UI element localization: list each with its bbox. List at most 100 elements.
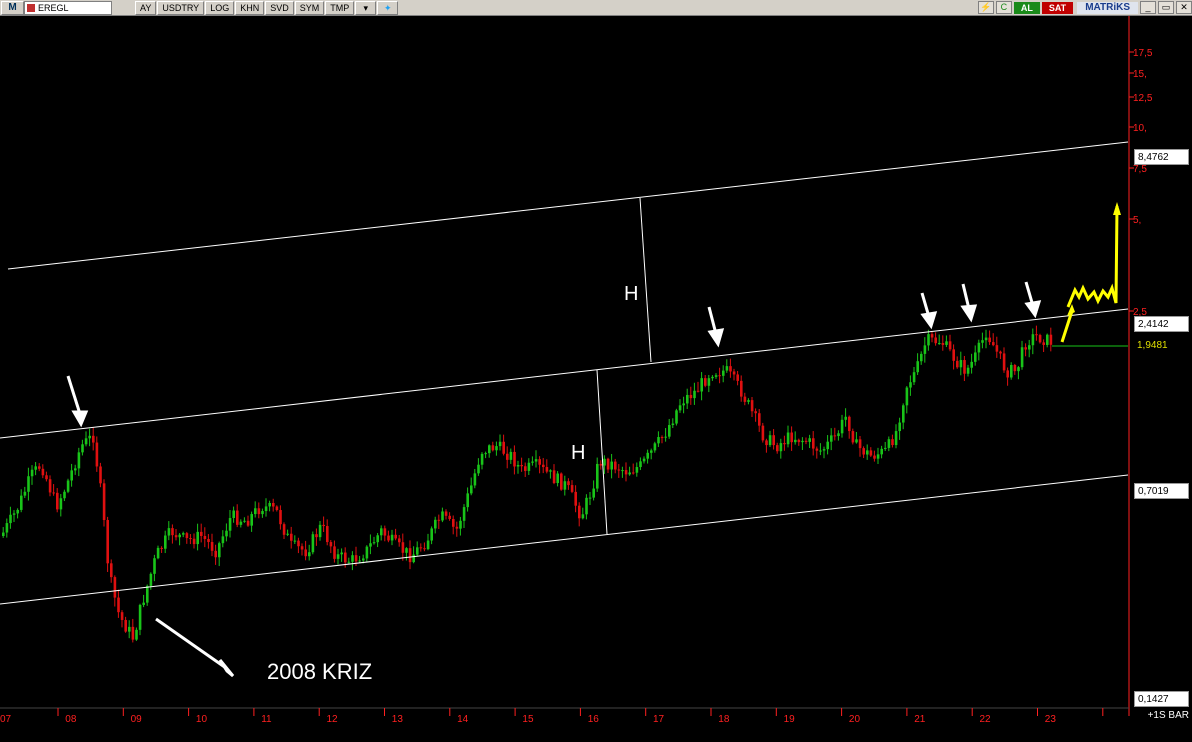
candle-body [156,547,160,559]
candle-body [92,435,95,443]
candle-body [279,510,282,525]
symbol-input[interactable]: EREGL [24,0,112,15]
candle-body [376,535,379,543]
candle-body [711,376,714,379]
candle-body [459,520,462,529]
candle-body [560,473,563,490]
projection-path [1060,205,1119,343]
dropdown-arrow-icon[interactable]: ▾ [355,0,377,15]
candle-body [369,543,372,547]
candle-body [484,453,487,455]
candle-body [153,558,156,574]
period-button[interactable]: AY [135,0,157,15]
sell-button[interactable]: SAT [1041,1,1074,14]
restore-icon[interactable]: ▭ [1158,1,1174,14]
candle-body [20,495,23,510]
candle-body [628,472,631,475]
candle-body [768,435,772,446]
candle-body [113,577,117,598]
candle-body [430,528,433,541]
refresh-icon[interactable]: C [995,1,1012,14]
candle-body [416,547,419,555]
last-price-tag: 1,9481 [1134,338,1189,354]
x-tick-label: 09 [131,714,143,725]
minimize-icon[interactable]: _ [1140,1,1156,14]
candle-body [668,425,671,437]
candle-body [437,519,441,521]
middle-channel-line[interactable] [0,308,1129,439]
close-icon[interactable]: ✕ [1176,1,1192,14]
candle-body [178,534,181,538]
candle-body [830,435,833,442]
app-logo[interactable]: M [1,0,24,15]
currency-button[interactable]: USDTRY [157,0,205,15]
candle-body [722,370,725,376]
candle-body [542,464,545,468]
x-tick-label: 22 [980,714,992,725]
candle-body [977,342,981,353]
candle-body [160,547,163,549]
log-scale-button[interactable]: LOG [205,0,235,15]
candle-body [5,523,9,533]
candle-body [855,439,858,443]
candle-body [732,371,736,375]
chart-canvas[interactable]: H H 2008 KRIZ 17,515,12,510,7,55,2,5 07 0… [0,16,1192,737]
upper-channel-line[interactable] [7,141,1129,270]
candle-body [822,449,826,451]
y-tick-label: 17,5 [1133,48,1153,59]
candle-body [966,367,970,374]
candle-body [642,458,646,462]
bar-count-tag: +1S BAR [1147,710,1189,721]
candle-body [333,546,336,559]
candle-body [272,502,275,507]
buy-button[interactable]: AL [1013,1,1040,14]
khn-button[interactable]: KHN [235,0,265,15]
candle-body [200,531,203,536]
candle-body [603,458,606,466]
arrow-icon [71,410,89,428]
arrow-icon [218,659,235,678]
candle-body [124,619,127,632]
candle-body [336,554,340,559]
candle-body [592,488,595,498]
candle-body [470,485,473,494]
candle-body [329,542,333,547]
tmp-button[interactable]: TMP [325,0,355,15]
candle-body [657,437,660,444]
candle-body [142,602,145,605]
candle-body [106,520,109,564]
candle-body [315,534,318,538]
candle-body [473,473,477,486]
height-measure-line-2[interactable] [596,369,608,535]
twitter-icon[interactable]: ✦ [377,0,399,15]
candle-body [383,528,387,536]
candle-body [254,508,257,515]
candle-body [250,514,253,526]
candle-body [880,448,883,455]
candle-body [686,394,689,404]
candle-body [693,390,696,399]
candle-body [196,531,199,545]
candle-body [516,464,520,467]
candle-body [819,450,822,452]
x-tick-label: 15 [522,714,534,725]
sym-button[interactable]: SYM [294,0,325,15]
candle-body [293,540,297,542]
height-measure-line-1[interactable] [639,197,652,363]
candle-body [236,510,239,525]
candle-body [405,548,408,553]
lightning-icon[interactable]: ⚡ [977,1,994,14]
candle-body [297,540,300,547]
candle-body [66,480,70,492]
candle-body [448,515,451,519]
y-tick-label: 12,5 [1133,93,1153,104]
candle-body [887,439,891,448]
candle-body [491,445,495,451]
candle-body [952,349,955,361]
price-chart[interactable]: H H 2008 KRIZ 17,5 15, 12,5 10, 7,5 5, 2,5 07 0… [0,16,1192,737]
candle-body [1010,364,1013,378]
candle-body [920,353,923,362]
candle-body [261,511,264,515]
candle-body [963,360,966,374]
svd-button[interactable]: SVD [265,0,294,15]
